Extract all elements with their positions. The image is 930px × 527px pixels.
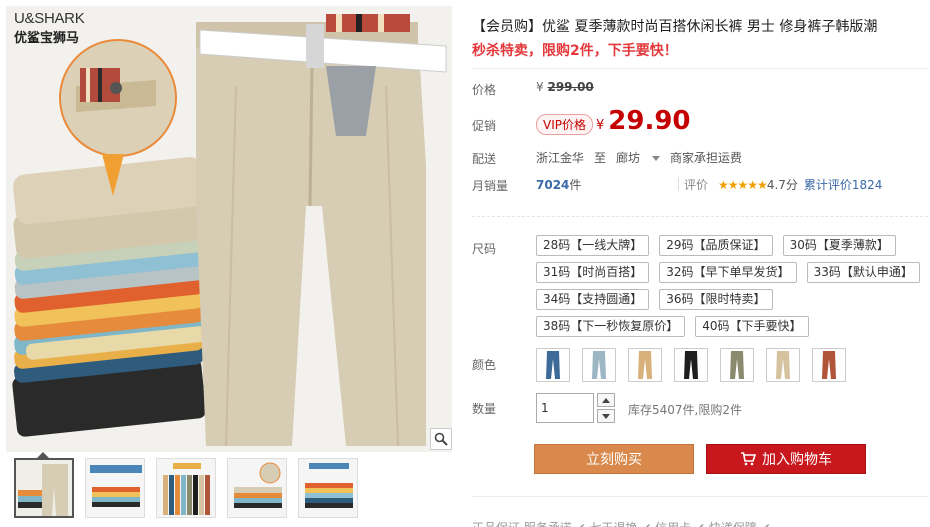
shipping-info: 浙江金华至廊坊 商家承担运费 xyxy=(536,149,752,166)
pants-olive-icon xyxy=(730,351,744,379)
divider xyxy=(472,216,928,217)
monthly-sales-label: 月销量 xyxy=(472,179,509,193)
color-swatch[interactable] xyxy=(628,348,662,382)
color-swatch[interactable] xyxy=(766,348,800,382)
add-to-cart-button[interactable]: 加入购物车 xyxy=(706,444,866,474)
shipping-fee: 商家承担运费 xyxy=(670,151,743,165)
size-option[interactable]: 30码【夏季薄款】 xyxy=(782,235,896,256)
color-swatch[interactable] xyxy=(536,348,570,382)
size-option[interactable]: 34码【支持圆通】 xyxy=(536,289,650,310)
size-option[interactable]: 28码【一线大牌】 xyxy=(536,235,650,256)
product-gallery: U&SHARK 优鲨宝狮马 xyxy=(0,0,456,527)
promo-price-label: 促销 xyxy=(472,119,497,133)
current-price-value: 29.90 xyxy=(608,106,691,136)
ship-to-word: 至 xyxy=(594,151,607,165)
zoom-icon[interactable] xyxy=(430,428,452,450)
thumbnail-1[interactable] xyxy=(14,458,74,518)
rating-score: 4.7分 xyxy=(766,178,798,192)
color-swatch[interactable] xyxy=(720,348,754,382)
currency-symbol: ¥ xyxy=(536,80,544,94)
divider xyxy=(472,68,928,69)
chevron-down-icon xyxy=(602,413,610,419)
color-swatch[interactable] xyxy=(582,348,616,382)
brand-logo: U&SHARK 优鲨宝狮马 xyxy=(14,10,85,46)
pants-photo xyxy=(6,6,452,452)
quantity-increase-button[interactable] xyxy=(597,393,615,407)
quantity-label: 数量 xyxy=(472,402,497,416)
rating-label: 评价 xyxy=(684,178,709,192)
product-title: 【会员购】优鲨 夏季薄款时尚百搭休闲长裤 男士 修身裤子韩版潮 xyxy=(472,19,878,35)
add-to-cart-label: 加入购物车 xyxy=(762,452,832,468)
color-swatch[interactable] xyxy=(812,348,846,382)
pants-black-icon xyxy=(684,351,698,379)
divider xyxy=(472,496,928,497)
size-option[interactable]: 29码【品质保证】 xyxy=(659,235,773,256)
main-product-image[interactable]: U&SHARK 优鲨宝狮马 xyxy=(6,6,452,452)
stock-info: 库存5407件,限购2件 xyxy=(628,403,742,417)
thumbnail-2[interactable] xyxy=(85,458,145,518)
brand-name-cn: 优鲨宝狮马 xyxy=(14,30,80,45)
size-label: 尺码 xyxy=(472,242,497,256)
cart-icon xyxy=(741,452,756,466)
brand-name-en: U&SHARK xyxy=(14,10,85,27)
rating-info: 评价 ★★★★★4.7分 累计评价1824 xyxy=(684,176,882,193)
divider xyxy=(678,177,679,191)
product-page: U&SHARK 优鲨宝狮马 【会员购】优鲨 夏季薄款时尚百搭休闲长裤 男士 修身… xyxy=(0,0,930,527)
shipping-label: 配送 xyxy=(472,152,497,166)
price-label: 价格 xyxy=(472,83,497,97)
color-options xyxy=(536,348,846,382)
sales-count: 7024 xyxy=(536,178,570,192)
size-option[interactable]: 33码【默认申通】 xyxy=(806,262,920,283)
chevron-up-icon xyxy=(602,397,610,403)
service-guarantees: 正品保证 服务承诺 ✔ 七天退换 ✔ 信用卡 ✔ 快递保障 ✔ xyxy=(472,519,771,527)
vip-badge: VIP价格 xyxy=(536,114,593,135)
current-price: ¥29.90 xyxy=(596,106,691,136)
promo-text: 秒杀特卖，限购2件，下手要快！ xyxy=(472,43,678,59)
ship-to-select[interactable]: 廊坊 xyxy=(616,151,670,165)
ship-to[interactable]: 廊坊 xyxy=(616,151,640,165)
size-option[interactable]: 32码【早下单早发货】 xyxy=(659,262,797,283)
thumbnail-4[interactable] xyxy=(227,458,287,518)
jeans-blue-icon xyxy=(546,351,560,379)
original-price: ¥ 299.00 xyxy=(536,80,594,94)
buy-now-button[interactable]: 立刻购买 xyxy=(534,444,694,474)
monthly-sales: 7024件 xyxy=(536,176,581,193)
product-details: 【会员购】优鲨 夏季薄款时尚百搭休闲长裤 男士 修身裤子韩版潮 秒杀特卖，限购2… xyxy=(472,0,930,527)
original-price-value: 299.00 xyxy=(547,80,594,94)
quantity-decrease-button[interactable] xyxy=(597,409,615,423)
sales-unit: 件 xyxy=(569,178,582,192)
color-swatch[interactable] xyxy=(674,348,708,382)
size-option[interactable]: 38码【下一秒恢复原价】 xyxy=(536,316,686,337)
ship-from: 浙江金华 xyxy=(536,151,585,165)
currency-symbol: ¥ xyxy=(596,118,605,133)
pants-khaki-icon xyxy=(638,351,652,379)
thumbnail-strip xyxy=(14,458,358,522)
buy-now-label: 立刻购买 xyxy=(586,452,642,468)
size-option[interactable]: 31码【时尚百搭】 xyxy=(536,262,650,283)
thumbnail-3[interactable] xyxy=(156,458,216,518)
jeans-lightblue-icon xyxy=(592,351,606,379)
review-count-link[interactable]: 累计评价1824 xyxy=(804,178,883,192)
size-option[interactable]: 36码【限时特卖】 xyxy=(659,289,773,310)
size-options: 28码【一线大牌】 29码【品质保证】 30码【夏季薄款】 31码【时尚百搭】 32码【… xyxy=(536,235,926,337)
thumbnail-5[interactable] xyxy=(298,458,358,518)
pants-beige-icon xyxy=(776,351,790,379)
pants-rust-icon xyxy=(822,351,836,379)
quantity-input[interactable] xyxy=(536,393,594,423)
star-rating-icon: ★★★★★ xyxy=(718,178,768,192)
size-option[interactable]: 40码【下手要快】 xyxy=(695,316,809,337)
chevron-down-icon xyxy=(652,156,661,161)
color-label: 颜色 xyxy=(472,358,497,372)
